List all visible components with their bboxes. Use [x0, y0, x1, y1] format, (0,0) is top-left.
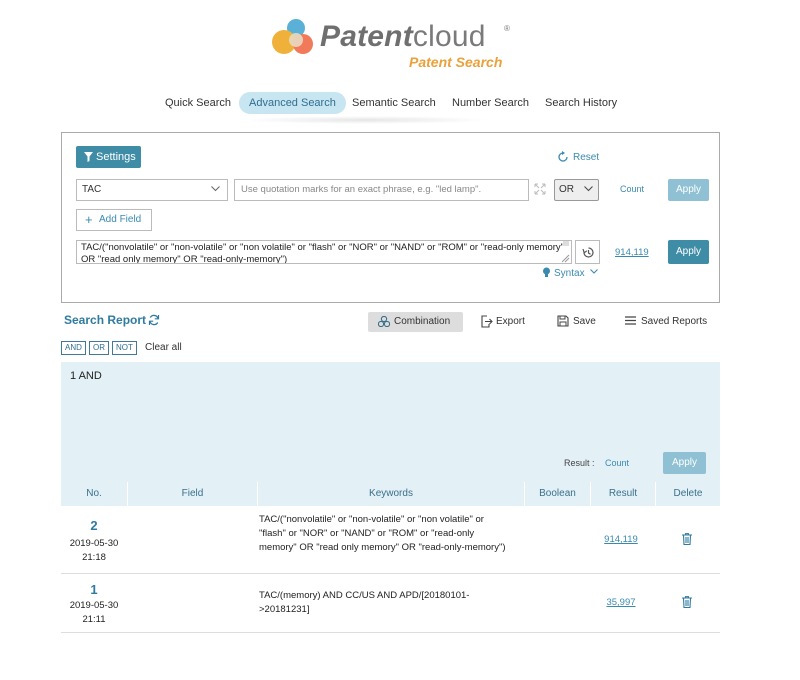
row-keywords: TAC/("nonvolatile" or "non-volatile" or … — [259, 514, 506, 553]
clear-all-button[interactable]: Clear all — [145, 342, 182, 353]
field-select[interactable]: TAC — [76, 179, 228, 201]
save-label: Save — [573, 316, 596, 327]
header-result: Result — [590, 482, 655, 506]
advanced-search-panel: Settings Reset TAC Use quotation marks f… — [61, 132, 720, 303]
header-boolean: Boolean — [524, 482, 590, 506]
delete-button[interactable] — [654, 596, 720, 611]
logo-mark-icon — [272, 19, 313, 54]
tab-search-history[interactable]: Search History — [535, 92, 627, 114]
table-header: No. Field Keywords Boolean Result Delete — [61, 482, 720, 506]
history-icon — [582, 247, 594, 258]
or-chip[interactable]: OR — [89, 341, 109, 355]
header-field: Field — [127, 482, 257, 506]
combination-button[interactable]: Combination — [368, 312, 463, 332]
boolean-select-value: OR — [559, 184, 574, 195]
refresh-icon[interactable] — [148, 314, 160, 326]
row-date: 2019-05-30 — [69, 600, 119, 611]
tab-semantic-search[interactable]: Semantic Search — [342, 92, 446, 114]
row-number: 2 — [90, 518, 98, 533]
row-date: 2019-05-30 — [69, 538, 119, 549]
search-report-title: Search Report — [64, 313, 160, 327]
save-button[interactable]: Save — [557, 312, 596, 332]
combination-count-link[interactable]: Count — [605, 458, 629, 468]
history-button[interactable] — [575, 240, 600, 264]
trash-icon — [682, 533, 692, 546]
trash-icon — [682, 596, 692, 609]
apply-field-button[interactable]: Apply — [668, 179, 709, 201]
header-delete: Delete — [655, 482, 720, 506]
query-textarea[interactable]: TAC/("nonvolatile" or "non-volatile" or … — [76, 240, 572, 264]
combination-expression: 1 AND — [70, 370, 102, 382]
brand-name: Patentcloud — [320, 20, 486, 53]
chevron-down-icon — [584, 186, 593, 192]
table-row: 2 2019-05-30 21:18 TAC/("nonvolatile" or… — [61, 506, 720, 574]
textarea-resize-handle[interactable] — [562, 241, 570, 263]
row-time: 21:18 — [82, 552, 106, 563]
and-chip[interactable]: AND — [61, 341, 86, 355]
saved-reports-button[interactable]: Saved Reports — [625, 312, 707, 332]
filter-icon — [84, 152, 93, 162]
keyword-input[interactable]: Use quotation marks for an exact phrase,… — [234, 179, 529, 201]
header-no: No. — [86, 488, 102, 499]
apply-combination-button[interactable]: Apply — [663, 452, 706, 474]
combination-result-label: Result : — [564, 458, 595, 468]
chevron-down-icon — [211, 186, 220, 192]
brand-subtitle: Patent Search — [409, 54, 503, 70]
row-keywords: TAC/(memory) AND CC/US AND APD/[20180101… — [259, 590, 470, 615]
combination-area[interactable]: 1 AND Result : Count Apply — [61, 362, 720, 482]
row-result-link[interactable]: 914,119 — [591, 534, 651, 545]
tab-shadow — [240, 116, 490, 124]
row-result-link[interactable]: 35,997 — [591, 597, 651, 608]
table-row: 1 2019-05-30 21:11 TAC/(memory) AND CC/U… — [61, 574, 720, 633]
export-button[interactable]: Export — [480, 312, 525, 332]
saved-reports-label: Saved Reports — [641, 316, 708, 327]
settings-label: Settings — [96, 151, 136, 163]
not-chip[interactable]: NOT — [112, 341, 137, 355]
tab-number-search[interactable]: Number Search — [442, 92, 539, 114]
boolean-select[interactable]: OR — [554, 179, 599, 201]
registered-mark: ® — [504, 24, 510, 33]
delete-button[interactable] — [654, 533, 720, 548]
count-link[interactable]: Count — [620, 184, 644, 194]
query-result-link[interactable]: 914,119 — [615, 247, 649, 258]
reset-button[interactable]: Reset — [557, 151, 600, 163]
search-history-table: No. Field Keywords Boolean Result Delete… — [61, 482, 720, 633]
settings-button[interactable]: Settings — [76, 146, 141, 168]
row-time: 21:11 — [82, 614, 106, 625]
add-field-label: Add Field — [99, 214, 142, 225]
combination-icon — [378, 316, 390, 327]
header-keywords: Keywords — [257, 482, 524, 506]
add-field-button[interactable]: + Add Field — [76, 209, 152, 231]
field-select-value: TAC — [82, 184, 102, 195]
plus-icon: + — [85, 212, 93, 227]
export-label: Export — [496, 316, 525, 327]
apply-query-button[interactable]: Apply — [668, 240, 709, 264]
save-icon — [557, 315, 569, 327]
patentcloud-logo[interactable]: Patentcloud ® Patent Search — [270, 18, 530, 74]
combination-label: Combination — [394, 316, 451, 327]
row-number: 1 — [90, 582, 98, 597]
tab-advanced-search[interactable]: Advanced Search — [239, 92, 346, 114]
lightbulb-icon — [543, 267, 550, 277]
reset-icon — [558, 151, 568, 162]
tab-quick-search[interactable]: Quick Search — [155, 92, 241, 114]
chevron-down-icon — [590, 269, 599, 274]
reset-label: Reset — [573, 152, 600, 163]
expand-icon[interactable] — [534, 183, 546, 195]
syntax-label: Syntax — [554, 268, 585, 279]
search-tabs: Quick Search Advanced Search Semantic Se… — [0, 92, 800, 114]
list-icon — [625, 316, 636, 325]
export-icon — [481, 315, 493, 328]
syntax-toggle[interactable]: Syntax — [542, 267, 599, 279]
